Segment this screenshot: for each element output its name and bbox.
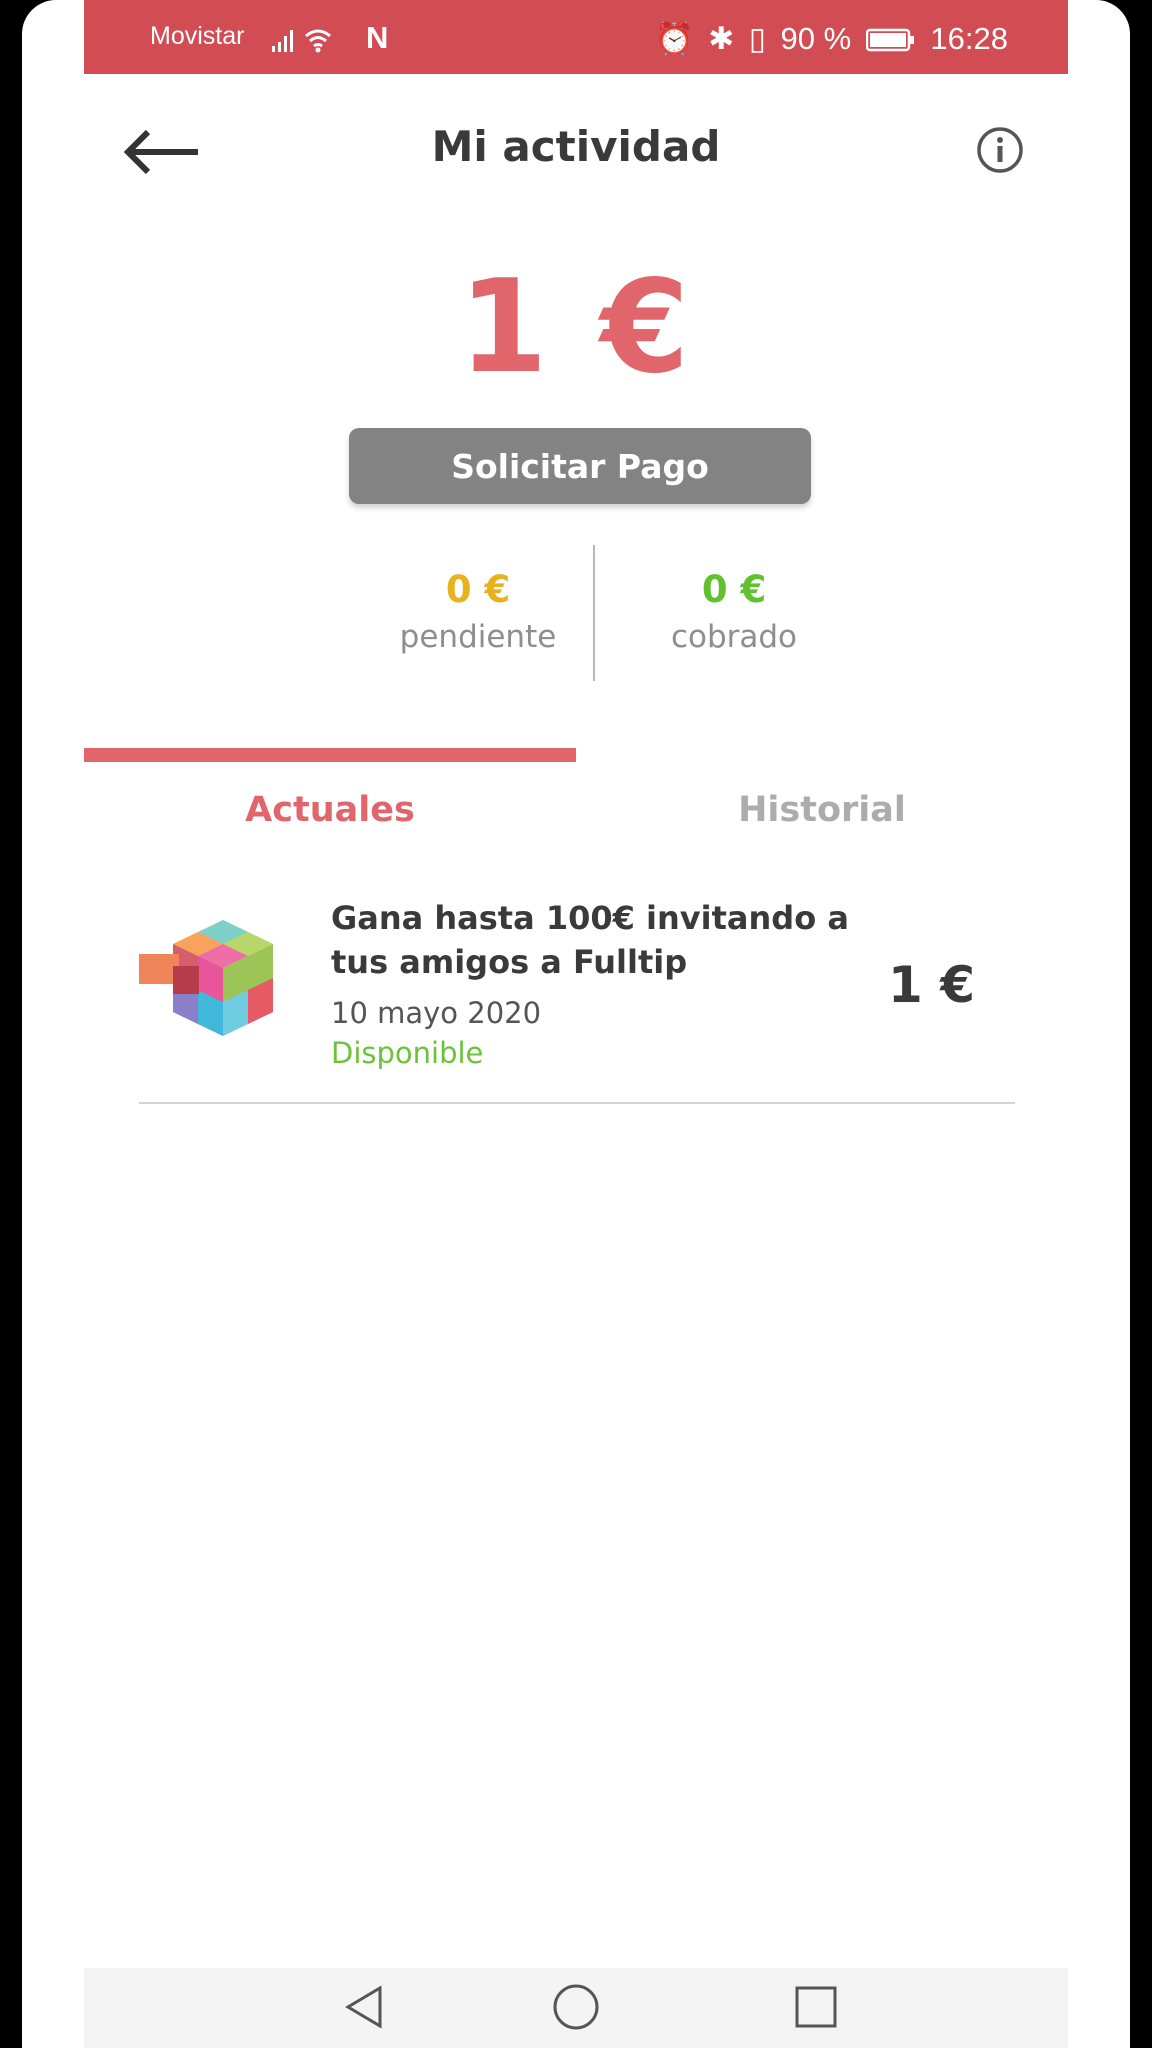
battery-percent: 90 % xyxy=(780,21,852,56)
info-icon[interactable] xyxy=(976,126,1024,174)
back-triangle-icon[interactable] xyxy=(340,1982,390,2032)
cube-logo-icon xyxy=(139,918,279,1048)
status-bar: Movistar N ⏰ ✱ ▯ 90 % 16:28 xyxy=(84,0,1068,74)
wifi-icon xyxy=(305,29,331,48)
vibrate-icon: ▯ xyxy=(748,21,766,56)
phone-frame: Movistar N ⏰ ✱ ▯ 90 % 16:28 Mi actividad… xyxy=(22,0,1130,2048)
status-bar-right: ⏰ ✱ ▯ 90 % 16:28 xyxy=(649,20,1008,57)
bluetooth-icon: ✱ xyxy=(708,21,735,56)
battery-icon xyxy=(865,21,925,56)
pending-value: 0 € xyxy=(445,568,511,611)
page-title: Mi actividad xyxy=(431,122,721,171)
tab-historial[interactable]: Historial xyxy=(576,790,1068,830)
app-screen: Movistar N ⏰ ✱ ▯ 90 % 16:28 Mi actividad… xyxy=(84,0,1068,2048)
home-circle-icon[interactable] xyxy=(551,1982,601,2032)
tab-actuales[interactable]: Actuales xyxy=(84,790,576,830)
alarm-icon: ⏰ xyxy=(654,21,694,56)
pending-stat: 0 € pendiente xyxy=(358,568,598,655)
activity-amount: 1 € xyxy=(888,956,975,1014)
pending-label: pendiente xyxy=(399,619,557,655)
clock-time: 16:28 xyxy=(930,21,1008,56)
collected-stat: 0 € cobrado xyxy=(614,568,854,655)
balance-amount: 1 € xyxy=(458,253,694,402)
recents-square-icon[interactable] xyxy=(791,1982,841,2032)
activity-status: Disponible xyxy=(331,1036,484,1070)
collected-value: 0 € xyxy=(701,568,767,611)
signal-icon xyxy=(266,24,366,65)
request-payment-button[interactable]: Solicitar Pago xyxy=(349,428,811,504)
network-badge: N xyxy=(366,20,389,55)
activity-date: 10 mayo 2020 xyxy=(331,996,542,1030)
stats-divider xyxy=(593,545,595,681)
carrier-label: Movistar xyxy=(150,22,245,50)
system-nav-bar xyxy=(84,1968,1068,2048)
collected-label: cobrado xyxy=(670,619,798,655)
activity-list-item[interactable]: Gana hasta 100€ invitando a tus amigos a… xyxy=(139,896,1015,1104)
activity-title: Gana hasta 100€ invitando a tus amigos a… xyxy=(331,899,849,981)
active-tab-indicator xyxy=(84,748,576,762)
